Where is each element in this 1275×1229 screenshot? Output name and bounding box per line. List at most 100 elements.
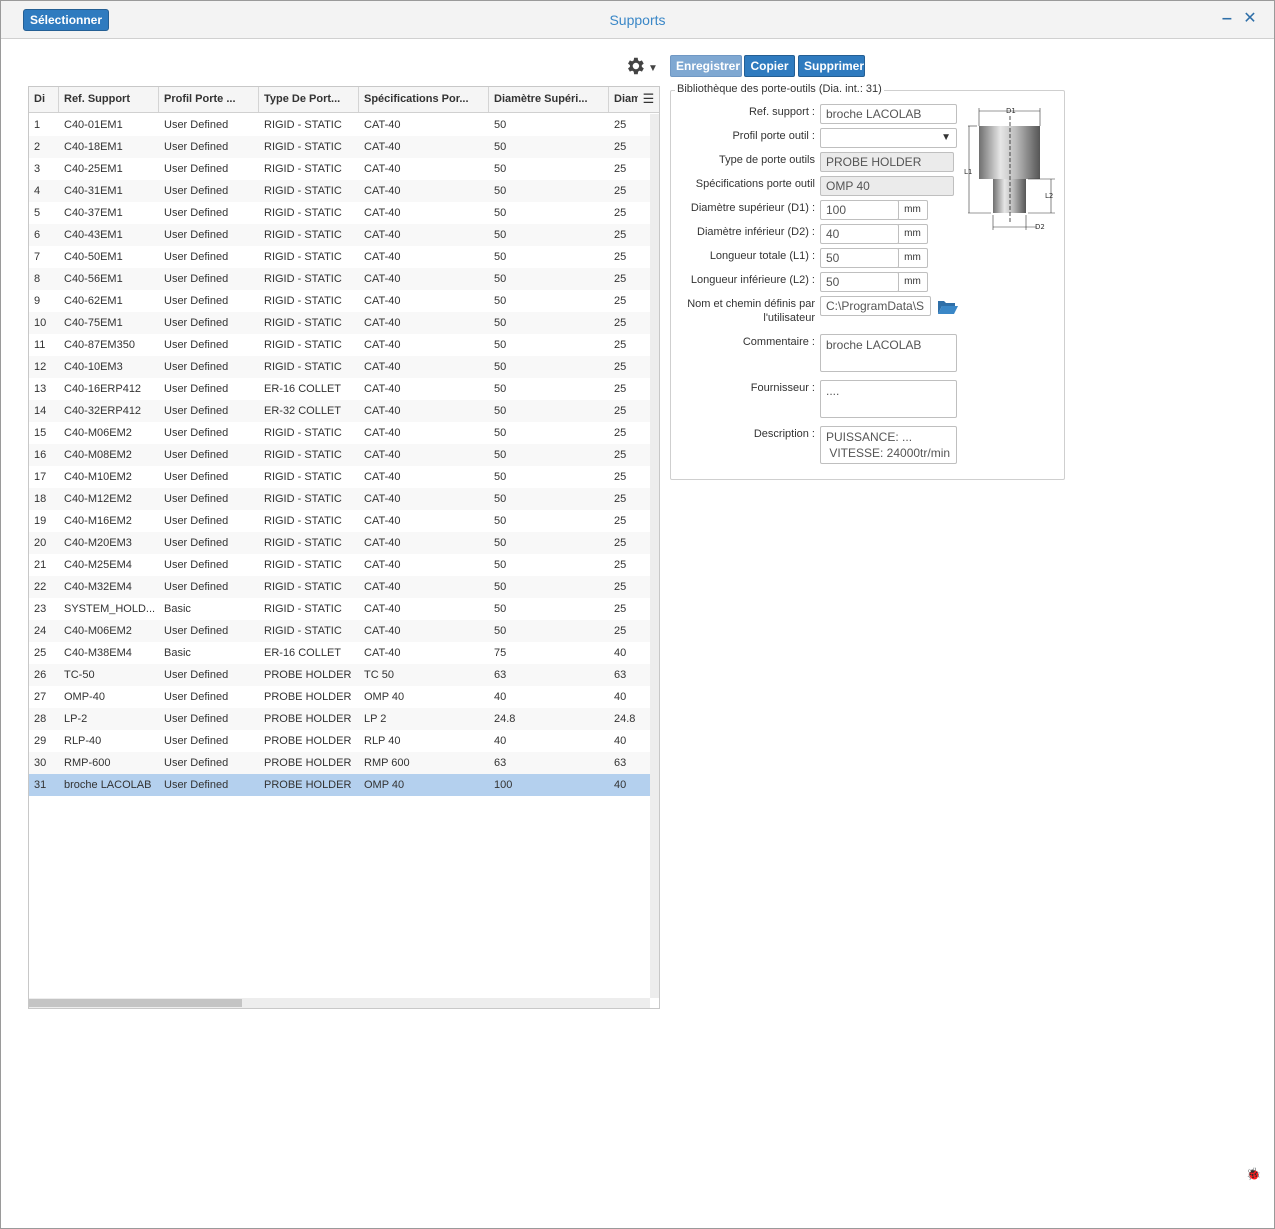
table-row[interactable]: 16 C40-M08EM2 User Defined RIGID - STATIC CA…	[29, 444, 650, 466]
gear-icon[interactable]: ▼	[624, 55, 660, 77]
minimize-icon[interactable]: ‒	[1218, 9, 1236, 29]
copy-button[interactable]: Copier	[744, 55, 795, 77]
table-row[interactable]: 23 SYSTEM_HOLD... Basic RIGID - STATIC CAT-4…	[29, 598, 650, 620]
table-row[interactable]: 30 RMP-600 User Defined PROBE HOLDER RMP 600…	[29, 752, 650, 774]
table-row[interactable]: 13 C40-16ERP412 User Defined ER-16 COLLET CA…	[29, 378, 650, 400]
table-cell: RIGID - STATIC	[264, 119, 342, 131]
table-cell: CAT-40	[364, 185, 401, 197]
table-row[interactable]: 8 C40-56EM1 User Defined RIGID - STATIC CAT-…	[29, 268, 650, 290]
table-cell: CAT-40	[364, 471, 401, 483]
table-row[interactable]: 21 C40-M25EM4 User Defined RIGID - STATIC CA…	[29, 554, 650, 576]
l1-input[interactable]: 50	[820, 248, 899, 268]
table-cell: PROBE HOLDER	[264, 669, 352, 681]
table-row[interactable]: 20 C40-M20EM3 User Defined RIGID - STATIC CA…	[29, 532, 650, 554]
table-cell: 50	[494, 493, 507, 505]
table-cell: 100	[494, 779, 513, 791]
table-row[interactable]: 7 C40-50EM1 User Defined RIGID - STATIC CAT-…	[29, 246, 650, 268]
table-cell: C40-87EM350	[64, 339, 135, 351]
comment-textarea[interactable]: broche LACOLAB	[820, 334, 957, 372]
column-header[interactable]: Di	[29, 87, 59, 112]
table-cell: TC 50	[364, 669, 394, 681]
column-header[interactable]: Profil Porte ...	[159, 87, 259, 112]
table-cell: User Defined	[164, 185, 229, 197]
table-cell: OMP 40	[364, 779, 405, 791]
table-cell: 11	[34, 339, 46, 351]
table-cell: CAT-40	[364, 273, 401, 285]
table-cell: 40	[614, 779, 627, 791]
l2-dimension: L2	[1045, 192, 1053, 200]
table-cell: 50	[494, 625, 507, 637]
save-button[interactable]: Enregistrer	[670, 55, 742, 77]
table-cell: 50	[494, 339, 507, 351]
column-header[interactable]: Type De Port...	[259, 87, 359, 112]
table-cell: CAT-40	[364, 295, 401, 307]
table-row[interactable]: 24 C40-M06EM2 User Defined RIGID - STATIC CA…	[29, 620, 650, 642]
table-row[interactable]: 15 C40-M06EM2 User Defined RIGID - STATIC CA…	[29, 422, 650, 444]
table-cell: 24.8	[494, 713, 516, 725]
d1-input[interactable]: 100	[820, 200, 899, 220]
table-row[interactable]: 26 TC-50 User Defined PROBE HOLDER TC 50 63 63	[29, 664, 650, 686]
d2-input[interactable]: 40	[820, 224, 899, 244]
folder-open-icon[interactable]	[937, 298, 959, 316]
delete-button[interactable]: Supprimer	[798, 55, 865, 77]
column-header[interactable]: Ref. Support	[59, 87, 159, 112]
table-cell: 17	[34, 471, 47, 483]
table-cell: C40-43EM1	[64, 229, 123, 241]
table-row[interactable]: 3 C40-25EM1 User Defined RIGID - STATIC CAT-…	[29, 158, 650, 180]
table-cell: 25	[614, 185, 627, 197]
table-cell: 25	[614, 383, 627, 395]
description-textarea[interactable]: PUISSANCE: ... VITESSE: 24000tr/min	[820, 426, 957, 464]
close-icon[interactable]: ✕	[1241, 9, 1259, 29]
table-cell: LP 2	[364, 713, 387, 725]
table-cell: CAT-40	[364, 603, 401, 615]
table-row[interactable]: 27 OMP-40 User Defined PROBE HOLDER OMP 40 40…	[29, 686, 650, 708]
table-cell: 7	[34, 251, 41, 263]
table-cell: RIGID - STATIC	[264, 317, 342, 329]
table-cell: C40-75EM1	[64, 317, 123, 329]
table-row[interactable]: 6 C40-43EM1 User Defined RIGID - STATIC CAT-…	[29, 224, 650, 246]
profile-select[interactable]: ▼	[820, 128, 957, 148]
table-row[interactable]: 9 C40-62EM1 User Defined RIGID - STATIC CAT-…	[29, 290, 650, 312]
path-input[interactable]: C:\ProgramData\S	[820, 296, 931, 316]
table-row[interactable]: 25 C40-M38EM4 Basic ER-16 COLLET CAT-40 75 40	[29, 642, 650, 664]
table-row[interactable]: 28 LP-2 User Defined PROBE HOLDER LP 2 24.8 24…	[29, 708, 650, 730]
table-row[interactable]: 11 C40-87EM350 User Defined RIGID - STATIC C…	[29, 334, 650, 356]
column-header[interactable]: Spécifications Por...	[359, 87, 489, 112]
ref-input[interactable]: broche LACOLAB	[820, 104, 957, 124]
table-row[interactable]: 17 C40-M10EM2 User Defined RIGID - STATIC CA…	[29, 466, 650, 488]
l2-label: Longueur inférieure (L2) :	[690, 274, 815, 286]
table-row[interactable]: 12 C40-10EM3 User Defined RIGID - STATIC CAT…	[29, 356, 650, 378]
table-row[interactable]: 31 broche LACOLAB User Defined PROBE HOLDER…	[29, 774, 650, 796]
table-row[interactable]: 2 C40-18EM1 User Defined RIGID - STATIC CAT-…	[29, 136, 650, 158]
table-cell: C40-M25EM4	[64, 559, 132, 571]
table-row[interactable]: 14 C40-32ERP412 User Defined ER-32 COLLET CA…	[29, 400, 650, 422]
path-label-line2: l'utilisateur	[763, 312, 815, 324]
chevron-down-icon: ▼	[941, 132, 951, 143]
horizontal-scrollbar-thumb[interactable]	[29, 999, 242, 1007]
table-row[interactable]: 5 C40-37EM1 User Defined RIGID - STATIC CAT-…	[29, 202, 650, 224]
bug-icon[interactable]: 🐞	[1246, 1167, 1261, 1181]
horizontal-scrollbar[interactable]	[29, 998, 650, 1008]
d1-unit: mm	[898, 200, 928, 220]
table-cell: User Defined	[164, 493, 229, 505]
l2-input[interactable]: 50	[820, 272, 899, 292]
table-row[interactable]: 29 RLP-40 User Defined PROBE HOLDER RLP 40 40…	[29, 730, 650, 752]
vertical-scrollbar[interactable]	[650, 114, 659, 998]
table-row[interactable]: 4 C40-31EM1 User Defined RIGID - STATIC CAT-…	[29, 180, 650, 202]
table-row[interactable]: 19 C40-M16EM2 User Defined RIGID - STATIC CA…	[29, 510, 650, 532]
column-menu-icon[interactable]: ☰	[638, 87, 659, 113]
d2-dimension: D2	[1035, 223, 1045, 231]
table-row[interactable]: 10 C40-75EM1 User Defined RIGID - STATIC CAT…	[29, 312, 650, 334]
table-cell: 13	[34, 383, 47, 395]
table-row[interactable]: 22 C40-M32EM4 User Defined RIGID - STATIC CA…	[29, 576, 650, 598]
table-cell: LP-2	[64, 713, 88, 725]
table-cell: 25	[614, 537, 627, 549]
table-cell: 50	[494, 471, 507, 483]
table-row[interactable]: 18 C40-M12EM2 User Defined RIGID - STATIC CA…	[29, 488, 650, 510]
supplier-textarea[interactable]: ....	[820, 380, 957, 418]
table-row[interactable]: 1 C40-01EM1 User Defined RIGID - STATIC CAT-…	[29, 114, 650, 136]
table-cell: 63	[614, 669, 627, 681]
table-cell: 25	[614, 339, 627, 351]
column-header[interactable]: Diamètre Supéri...	[489, 87, 609, 112]
spec-input: OMP 40	[820, 176, 954, 196]
